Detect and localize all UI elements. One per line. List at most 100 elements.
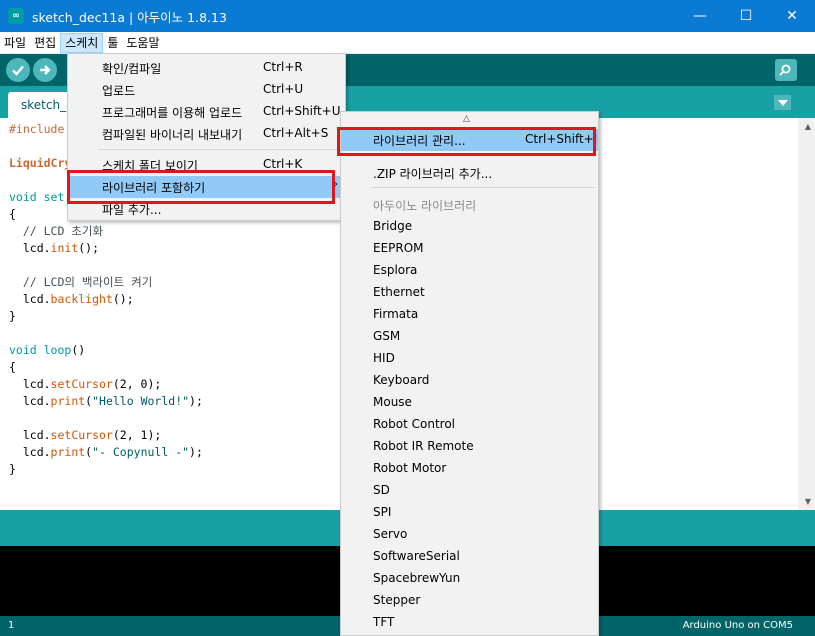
menu-item-shortcut: Ctrl+Alt+S bbox=[263, 126, 329, 140]
menu-tools[interactable]: 툴 bbox=[103, 33, 122, 53]
code-token: print bbox=[50, 394, 86, 408]
code-token: (2, 1); bbox=[112, 428, 162, 442]
code-comment: // LCD의 백라이트 켜기 bbox=[9, 275, 153, 289]
library-item[interactable]: SoftwareSerial bbox=[341, 546, 598, 568]
editor-scrollbar[interactable]: ▲ ▼ bbox=[798, 118, 815, 510]
library-label: SpacebrewYun bbox=[373, 571, 461, 585]
code-token: loop bbox=[36, 343, 72, 357]
library-item[interactable]: EEPROM bbox=[341, 238, 598, 260]
menu-item-label: 컴파일된 바이너리 내보내기 bbox=[102, 128, 243, 142]
library-label: Robot IR Remote bbox=[373, 439, 474, 453]
check-icon bbox=[12, 65, 24, 76]
menu-edit[interactable]: 편집 bbox=[30, 33, 60, 53]
arduino-logo-icon: ∞ bbox=[8, 8, 24, 24]
arrow-right-icon bbox=[40, 65, 51, 75]
library-label: Stepper bbox=[373, 593, 421, 607]
library-label: Bridge bbox=[373, 219, 413, 233]
code-token: "Hello World!" bbox=[92, 394, 190, 408]
tab-menu-button[interactable] bbox=[774, 95, 791, 110]
library-label: SoftwareSerial bbox=[373, 549, 460, 563]
menu-item-upload-programmer[interactable]: 프로그래머를 이용해 업로드 Ctrl+Shift+U bbox=[69, 101, 344, 123]
menu-item-label: 파일 추가... bbox=[102, 203, 162, 217]
code-line: lcd.print("- Copynull -"); bbox=[9, 444, 203, 461]
code-token: backlight bbox=[50, 292, 113, 306]
upload-button[interactable] bbox=[33, 58, 57, 82]
library-item[interactable]: Robot IR Remote bbox=[341, 436, 598, 458]
library-label: GSM bbox=[373, 329, 401, 343]
library-item[interactable]: GSM bbox=[341, 326, 598, 348]
scroll-up-icon[interactable]: ▲ bbox=[805, 122, 811, 131]
menu-item-label: 라이브러리 관리... bbox=[373, 134, 466, 148]
code-token: lcd. bbox=[9, 394, 51, 408]
code-token: setCursor bbox=[50, 377, 113, 391]
code-token: ); bbox=[189, 445, 203, 459]
code-line: { bbox=[9, 207, 16, 221]
menu-item-shortcut: Ctrl+U bbox=[263, 82, 304, 96]
maximize-button[interactable]: ☐ bbox=[723, 0, 769, 32]
code-token: void bbox=[9, 343, 37, 357]
menu-item-export-binary[interactable]: 컴파일된 바이너리 내보내기 Ctrl+Alt+S bbox=[69, 123, 344, 145]
line-number: 1 bbox=[8, 620, 15, 631]
library-item[interactable]: Mouse bbox=[341, 392, 598, 414]
library-item[interactable]: SD bbox=[341, 480, 598, 502]
library-label: SPI bbox=[373, 505, 392, 519]
board-port: Arduino Uno on COM5 bbox=[682, 620, 793, 631]
code-token: LiquidCry bbox=[9, 156, 72, 170]
code-line: LiquidCry bbox=[9, 155, 71, 172]
code-token: "- Copynull -" bbox=[92, 445, 190, 459]
close-button[interactable]: ✕ bbox=[769, 0, 815, 32]
code-line: lcd.init(); bbox=[9, 240, 99, 257]
library-label: HID bbox=[373, 351, 395, 365]
menu-item-verify[interactable]: 확인/컴파일 Ctrl+R bbox=[69, 57, 344, 79]
library-item[interactable]: TFT bbox=[341, 612, 598, 634]
library-item[interactable]: Robot Control bbox=[341, 414, 598, 436]
library-item[interactable]: Robot Motor bbox=[341, 458, 598, 480]
code-token: ); bbox=[189, 394, 203, 408]
menu-item-label: .ZIP 라이브러리 추가... bbox=[373, 167, 493, 181]
menu-item-upload[interactable]: 업로드 Ctrl+U bbox=[69, 79, 344, 101]
library-item[interactable]: Keyboard bbox=[341, 370, 598, 392]
library-label: TFT bbox=[373, 615, 395, 629]
code-line: #include bbox=[9, 121, 64, 138]
code-line: lcd.backlight(); bbox=[9, 291, 134, 308]
library-item[interactable]: Esplora bbox=[341, 260, 598, 282]
code-token: init bbox=[50, 241, 79, 255]
library-label: Robot Control bbox=[373, 417, 455, 431]
menu-item-label: 확인/컴파일 bbox=[102, 62, 162, 76]
menu-item-show-folder[interactable]: 스케치 폴더 보이기 Ctrl+K bbox=[69, 154, 344, 176]
menu-item-label: 프로그래머를 이용해 업로드 bbox=[102, 106, 243, 120]
menu-item-shortcut: Ctrl+K bbox=[263, 157, 303, 171]
menu-item-include-library[interactable]: 라이브러리 포함하기 › bbox=[69, 176, 344, 198]
menu-help[interactable]: 도움말 bbox=[122, 33, 163, 53]
library-item[interactable]: HID bbox=[341, 348, 598, 370]
serial-monitor-button[interactable] bbox=[775, 59, 797, 81]
code-token: print bbox=[50, 445, 86, 459]
library-item[interactable]: Bridge bbox=[341, 216, 598, 238]
library-item[interactable]: SPI bbox=[341, 502, 598, 524]
library-item[interactable]: Firmata bbox=[341, 304, 598, 326]
code-token: lcd. bbox=[9, 445, 51, 459]
menu-sketch[interactable]: 스케치 bbox=[60, 32, 104, 53]
section-header-label: 아두이노 라이브러리 bbox=[373, 199, 477, 213]
library-item[interactable]: Stepper bbox=[341, 590, 598, 612]
menu-bar: 파일 편집 스케치 툴 도움말 bbox=[0, 32, 815, 54]
code-token: lcd. bbox=[9, 428, 51, 442]
library-item[interactable]: Ethernet bbox=[341, 282, 598, 304]
menu-file[interactable]: 파일 bbox=[0, 33, 30, 53]
code-token: (2, 0); bbox=[112, 377, 162, 391]
code-line: void loop() bbox=[9, 342, 85, 359]
code-token: #include bbox=[9, 122, 65, 136]
library-label: Ethernet bbox=[373, 285, 425, 299]
code-token: lcd. bbox=[9, 292, 51, 306]
library-item[interactable]: SpacebrewYun bbox=[341, 568, 598, 590]
scroll-down-icon[interactable]: ▼ bbox=[805, 497, 811, 506]
menu-item-add-zip-library[interactable]: .ZIP 라이브러리 추가... bbox=[341, 162, 598, 184]
menu-item-shortcut: Ctrl+Shift+U bbox=[263, 104, 341, 118]
library-item[interactable]: Servo bbox=[341, 524, 598, 546]
verify-button[interactable] bbox=[6, 58, 30, 82]
menu-item-manage-libraries[interactable]: 라이브러리 관리... Ctrl+Shift+I bbox=[341, 129, 598, 151]
library-label: EEPROM bbox=[373, 241, 424, 255]
scroll-up-arrow-icon[interactable]: △ bbox=[463, 114, 470, 124]
menu-item-add-file[interactable]: 파일 추가... bbox=[69, 198, 344, 220]
minimize-button[interactable]: — bbox=[677, 0, 723, 32]
